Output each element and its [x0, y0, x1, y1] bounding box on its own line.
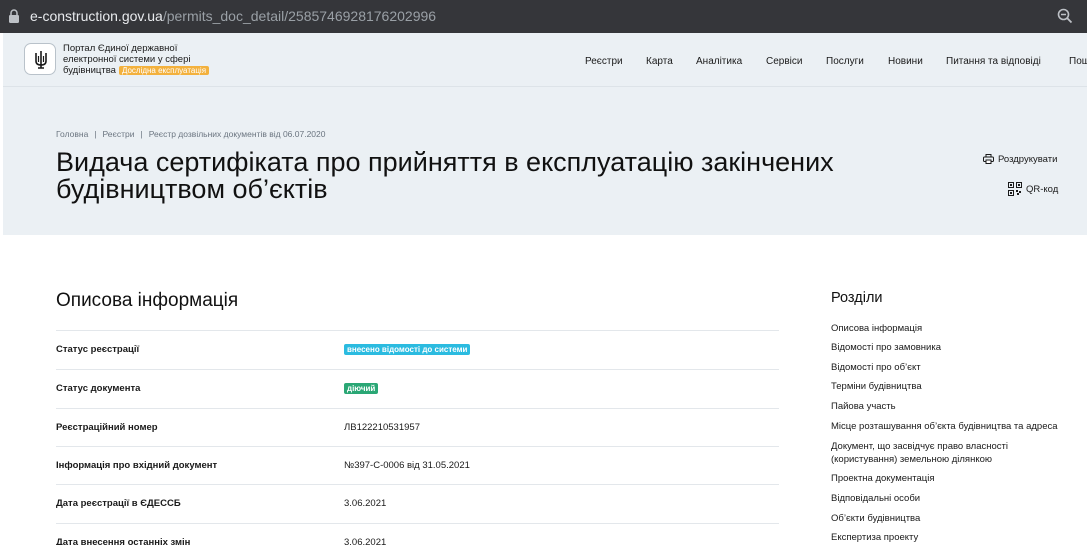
lock-icon — [9, 9, 19, 23]
status-badge: діючий — [344, 383, 379, 394]
row-label: Реєстраційний номер — [56, 422, 158, 433]
table-row: Статус реєстрації внесено відомості до с… — [56, 330, 779, 369]
nav-search[interactable]: Пош — [1069, 56, 1087, 68]
row-label: Інформація про вхідний документ — [56, 460, 218, 471]
section-link-terms[interactable]: Терміни будівництва — [831, 381, 922, 394]
section-link-object[interactable]: Відомості про об’єкт — [831, 362, 921, 375]
site-header: Портал Єдиної державної електронної сист… — [3, 33, 1087, 87]
print-label: Роздрукувати — [998, 154, 1058, 165]
section-link-location[interactable]: Місце розташування об’єкта будівництва т… — [831, 421, 1058, 434]
breadcrumb-separator: | — [140, 129, 143, 139]
breadcrumb-registries[interactable]: Реєстри — [103, 129, 135, 139]
nav-map[interactable]: Карта — [646, 56, 673, 68]
page-title: Видача сертифіката про прийняття в експл… — [56, 147, 834, 204]
qr-code-button[interactable]: QR-код — [1008, 182, 1068, 197]
section-link-customer[interactable]: Відомості про замовника — [831, 342, 941, 355]
table-row: Інформація про вхідний документ №397-С-0… — [56, 446, 779, 485]
table-row: Реєстраційний номер ЛВ122210531957 — [56, 408, 779, 447]
status-badge: внесено відомості до системи — [344, 344, 471, 355]
print-button[interactable]: Роздрукувати — [983, 153, 1083, 166]
section-link-objects[interactable]: Об’єкти будівництва — [831, 513, 920, 526]
browser-address-bar[interactable]: e-construction.gov.ua/permits_doc_detail… — [0, 0, 1087, 33]
page-hero: Головна | Реєстри | Реєстр дозвільних докуме… — [3, 87, 1087, 235]
row-value: ЛВ122210531957 — [344, 422, 420, 433]
section-link-share[interactable]: Пайова участь — [831, 401, 896, 414]
url-host: e-construction.gov.ua — [30, 8, 163, 24]
nav-registries[interactable]: Реєстри — [585, 56, 623, 68]
row-value: №397-С-0006 від 31.05.2021 — [344, 460, 470, 471]
nav-analytics[interactable]: Аналітика — [696, 56, 742, 68]
section-link-description[interactable]: Описова інформація — [831, 323, 922, 336]
qr-code-icon — [1008, 182, 1022, 196]
nav-news[interactable]: Новини — [888, 56, 923, 68]
breadcrumb-separator: | — [94, 129, 97, 139]
main-nav: Реєстри Карта Аналітика Сервіси Послуги … — [3, 56, 1087, 70]
zoom-icon[interactable] — [1057, 8, 1073, 24]
row-label: Дата внесення останніх змін — [56, 537, 191, 545]
row-value: 3.06.2021 — [344, 498, 387, 509]
printer-icon — [983, 154, 994, 164]
description-title: Описова інформація — [56, 290, 239, 311]
breadcrumb-home[interactable]: Головна — [56, 129, 88, 139]
sections-title: Розділи — [831, 290, 883, 306]
nav-services[interactable]: Сервіси — [766, 56, 802, 68]
row-label: Статус документа — [56, 383, 141, 394]
nav-public-services[interactable]: Послуги — [826, 56, 864, 68]
registration-status-value: внесено відомості до системи — [344, 344, 471, 356]
table-row: Дата реєстрації в ЄДЕССБ 3.06.2021 — [56, 484, 779, 523]
section-link-responsible[interactable]: Відповідальні особи — [831, 493, 920, 506]
row-label: Статус реєстрації — [56, 344, 140, 355]
table-row: Статус документа діючий — [56, 369, 779, 408]
section-link-expertise[interactable]: Експертиза проекту — [831, 532, 918, 545]
nav-faq[interactable]: Питання та відповіді — [946, 56, 1041, 68]
qr-label: QR-код — [1026, 184, 1059, 195]
url-path: /permits_doc_detail/2585746928176202996 — [162, 8, 437, 24]
section-link-project-docs[interactable]: Проектна документація — [831, 473, 934, 486]
document-status-value: діючий — [344, 383, 379, 395]
breadcrumb-current[interactable]: Реєстр дозвільних документів від 06.07.2… — [149, 129, 326, 139]
section-link-land-rights[interactable]: Документ, що засвідчує право власності (… — [831, 441, 1031, 466]
row-value: 3.06.2021 — [344, 537, 387, 545]
breadcrumb: Головна | Реєстри | Реєстр дозвільних докуме… — [56, 129, 326, 139]
table-row: Дата внесення останніх змін 3.06.2021 — [56, 523, 779, 545]
row-label: Дата реєстрації в ЄДЕССБ — [56, 498, 181, 509]
url-text[interactable]: e-construction.gov.ua/permits_doc_detail… — [30, 8, 436, 24]
